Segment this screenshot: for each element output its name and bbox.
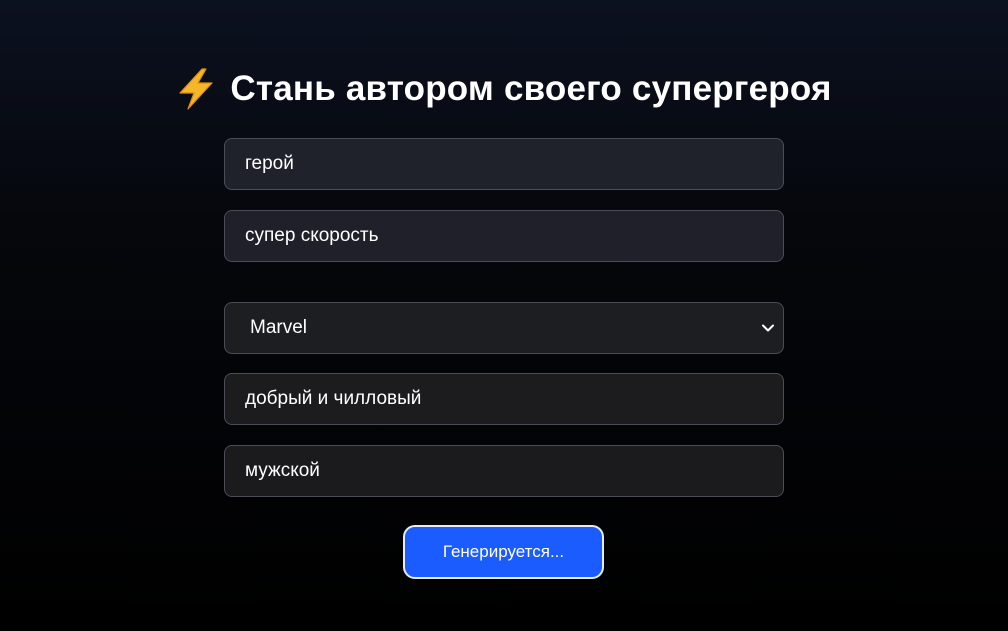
character-input[interactable]: добрый и чилловый bbox=[224, 373, 784, 425]
page-title: Стань автором своего супергероя bbox=[0, 64, 1008, 114]
superpower-value: супер скорость bbox=[245, 225, 379, 246]
superpower-input[interactable]: супер скорость bbox=[224, 210, 784, 262]
character-value: добрый и чилловый bbox=[245, 388, 422, 409]
universe-select[interactable]: Marvel bbox=[224, 302, 784, 354]
hero-generator-page: Стань автором своего супергероя герой су… bbox=[0, 0, 1008, 631]
gender-value: мужской bbox=[245, 460, 320, 481]
generate-button-label: Генерируется... bbox=[442, 542, 565, 561]
universe-selected-value: Marvel bbox=[250, 317, 308, 338]
lightning-icon bbox=[179, 68, 213, 110]
hero-name-input[interactable]: герой bbox=[224, 138, 784, 190]
chevron-down-icon bbox=[762, 324, 774, 332]
page-title-text: Стань автором своего супергероя bbox=[230, 69, 832, 108]
generate-button[interactable]: Генерируется... bbox=[403, 525, 604, 579]
hero-name-value: герой bbox=[245, 153, 294, 174]
gender-input[interactable]: мужской bbox=[224, 445, 784, 497]
